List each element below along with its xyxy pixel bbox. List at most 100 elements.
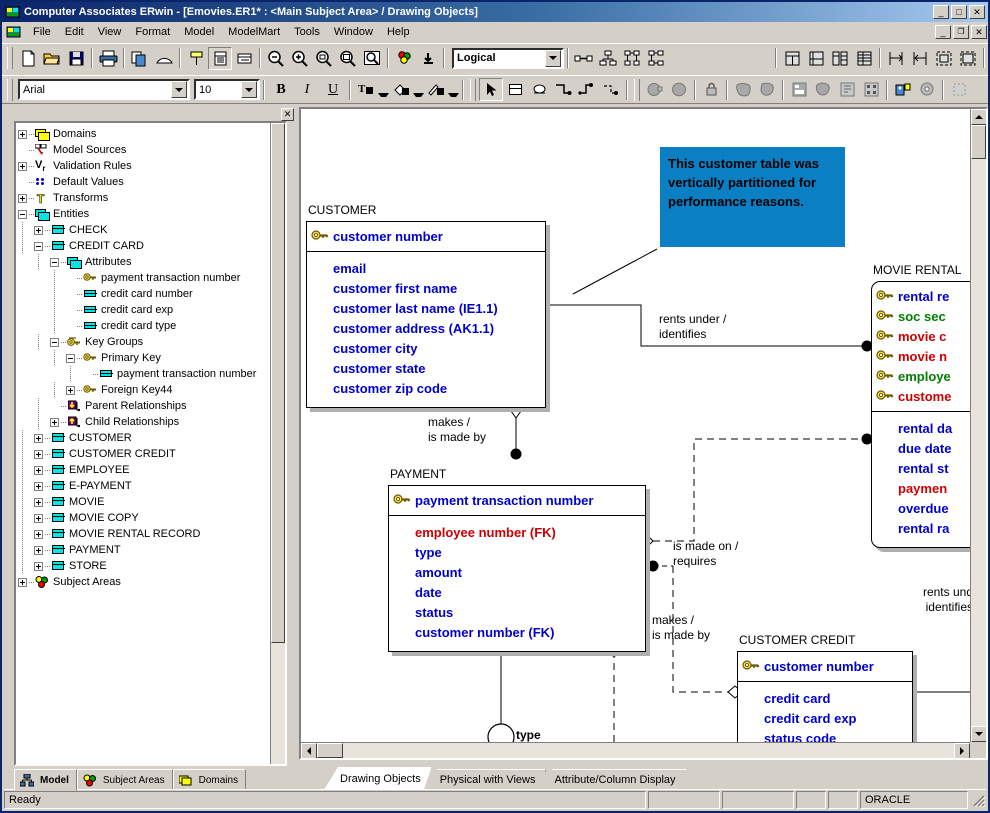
definition-display-icon[interactable] bbox=[232, 47, 256, 70]
chevron-down-icon[interactable] bbox=[241, 81, 257, 98]
scroll-track[interactable] bbox=[317, 743, 954, 758]
menu-item-edit[interactable]: Edit bbox=[58, 24, 91, 40]
relationship-label-rents-under-credit[interactable]: rents und identifies bbox=[831, 585, 973, 615]
tree-item-customer-credit[interactable]: CUSTOMER CREDIT bbox=[18, 446, 285, 462]
tree-expand-icon[interactable] bbox=[34, 497, 43, 507]
menu-item-modelmart[interactable]: ModelMart bbox=[221, 24, 287, 40]
diagram-canvas[interactable]: This customer table was vertically parti… bbox=[301, 109, 973, 745]
new-document-icon[interactable] bbox=[16, 47, 40, 70]
attribute-row[interactable]: movie n bbox=[876, 346, 973, 366]
stored-display-icon[interactable] bbox=[416, 47, 440, 70]
tree-expand-icon[interactable] bbox=[34, 449, 43, 459]
entity-customer-body[interactable]: customer number email customer first nam… bbox=[306, 221, 546, 408]
tree-item-movie-copy[interactable]: MOVIE COPY bbox=[18, 510, 285, 526]
subtype-discriminator-label[interactable]: type bbox=[516, 728, 541, 743]
report-browser-icon[interactable] bbox=[852, 47, 876, 70]
font-size-combo[interactable]: 10 bbox=[194, 79, 260, 100]
print-icon[interactable] bbox=[96, 47, 120, 70]
tree-item-credit-card-exp[interactable]: credit card exp bbox=[18, 302, 285, 318]
scroll-track[interactable] bbox=[971, 125, 986, 726]
tree-item-transforms[interactable]: T Transforms bbox=[18, 190, 285, 206]
grid-icon[interactable] bbox=[859, 78, 883, 101]
entity-level-display-icon[interactable] bbox=[184, 47, 208, 70]
attribute-row[interactable]: rental da bbox=[876, 418, 973, 438]
fill-color-icon[interactable] bbox=[389, 78, 413, 101]
menu-item-file[interactable]: File bbox=[26, 24, 58, 40]
tree-expand-icon[interactable] bbox=[66, 385, 75, 395]
attribute-row[interactable]: customer zip code bbox=[311, 378, 539, 398]
minimize-button[interactable]: _ bbox=[933, 5, 949, 19]
validation-icon[interactable] bbox=[835, 78, 859, 101]
menu-item-help[interactable]: Help bbox=[380, 24, 417, 40]
model-mode-combo[interactable]: Logical bbox=[452, 47, 564, 69]
tree-expand-icon[interactable] bbox=[34, 225, 43, 235]
attribute-row[interactable]: customer state bbox=[311, 358, 539, 378]
entity-customer-credit-body[interactable]: customer number credit card credit card … bbox=[737, 651, 913, 745]
attribute-level-display-icon[interactable] bbox=[208, 46, 232, 70]
entity-movie-rental-body[interactable]: rental re soc sec movie c movie n employ… bbox=[871, 281, 973, 548]
model-explorer-tree[interactable]: Domains Model Sources Vr Validation Rules De… bbox=[14, 121, 287, 766]
complete-compare-icon[interactable] bbox=[780, 47, 804, 70]
zoom-selection-icon[interactable] bbox=[312, 47, 336, 70]
attribute-row[interactable]: overdue bbox=[876, 498, 973, 518]
attribute-row[interactable]: customer address (AK1.1) bbox=[311, 318, 539, 338]
tree-item-check[interactable]: CHECK bbox=[18, 222, 285, 238]
tree-expand-icon[interactable] bbox=[34, 561, 43, 571]
attribute-row[interactable]: credit card exp bbox=[742, 708, 906, 728]
many-to-many-relationship-icon[interactable] bbox=[599, 78, 623, 101]
maximize-button[interactable]: □ bbox=[951, 5, 967, 19]
font-family-combo[interactable]: Arial bbox=[18, 79, 190, 100]
model-mart-icon[interactable] bbox=[891, 78, 915, 101]
volumetrics-icon[interactable] bbox=[667, 78, 691, 101]
tree-item-credit-card[interactable]: CREDIT CARD bbox=[18, 238, 285, 254]
attribute-row[interactable]: status bbox=[393, 602, 639, 622]
explorer-close-button[interactable]: ✕ bbox=[281, 108, 294, 121]
forward-engineer-icon[interactable] bbox=[804, 47, 828, 70]
zoom-region-icon[interactable] bbox=[360, 47, 384, 70]
mdi-restore-button[interactable]: ❐ bbox=[953, 25, 969, 39]
attribute-row[interactable]: rental ra bbox=[876, 518, 973, 538]
tab-drawing-objects[interactable]: Drawing Objects bbox=[324, 767, 432, 790]
hierarchy-layout-icon[interactable] bbox=[596, 47, 620, 70]
save-disk-icon[interactable] bbox=[64, 47, 88, 70]
attribute-row[interactable]: employe bbox=[876, 366, 973, 386]
attribute-row[interactable]: type bbox=[393, 542, 639, 562]
options-icon[interactable] bbox=[915, 78, 939, 101]
diagram-note[interactable]: This customer table was vertically parti… bbox=[660, 147, 845, 247]
tree-item-payment-transaction-number[interactable]: payment transaction number bbox=[18, 270, 285, 286]
menu-item-format[interactable]: Format bbox=[128, 24, 177, 40]
draw-toolbar-grip[interactable] bbox=[470, 78, 476, 101]
tree-expand-icon[interactable] bbox=[18, 129, 27, 139]
tree-item-child-relationships[interactable]: Child Relationships bbox=[18, 414, 285, 430]
attribute-row[interactable]: credit card bbox=[742, 688, 906, 708]
sync-model-icon[interactable] bbox=[956, 47, 980, 70]
tree-item-credit-card-type[interactable]: credit card type bbox=[18, 318, 285, 334]
tree-expand-icon[interactable] bbox=[34, 433, 43, 443]
tab-attribute-column-display[interactable]: Attribute/Column Display bbox=[538, 769, 686, 790]
tree-layout-icon[interactable] bbox=[644, 47, 668, 70]
attribute-row[interactable]: custome bbox=[876, 386, 973, 406]
chevron-down-icon[interactable] bbox=[545, 49, 561, 67]
tree-expand-icon[interactable] bbox=[18, 193, 27, 203]
tree-collapse-icon[interactable] bbox=[18, 209, 27, 219]
tree-item-store[interactable]: STORE bbox=[18, 558, 285, 574]
schema-generation-icon[interactable] bbox=[811, 78, 835, 101]
tree-item-attributes[interactable]: Attributes bbox=[18, 254, 285, 270]
tree-item-default-values[interactable]: Default Values bbox=[18, 174, 285, 190]
entity-payment[interactable]: PAYMENT payment transaction number emplo… bbox=[388, 467, 646, 652]
pointer-tool-icon[interactable] bbox=[479, 78, 503, 101]
scroll-thumb[interactable] bbox=[317, 743, 343, 758]
scroll-up-button[interactable] bbox=[971, 109, 986, 125]
tree-expand-icon[interactable] bbox=[18, 577, 27, 587]
format-toolbar-grip[interactable] bbox=[7, 78, 13, 101]
mdi-close-button[interactable]: ✕ bbox=[971, 25, 987, 39]
derive-model-icon[interactable] bbox=[932, 47, 956, 70]
attribute-row[interactable]: customer number bbox=[742, 656, 906, 676]
tree-expand-icon[interactable] bbox=[34, 545, 43, 555]
mdi-document-icon[interactable] bbox=[6, 24, 22, 40]
canvas-vertical-scrollbar[interactable] bbox=[970, 109, 986, 742]
attribute-row[interactable]: amount bbox=[393, 562, 639, 582]
entity-customer[interactable]: CUSTOMER customer number email customer … bbox=[306, 203, 546, 408]
menu-item-view[interactable]: View bbox=[91, 24, 129, 40]
tree-item-credit-card-number[interactable]: credit card number bbox=[18, 286, 285, 302]
